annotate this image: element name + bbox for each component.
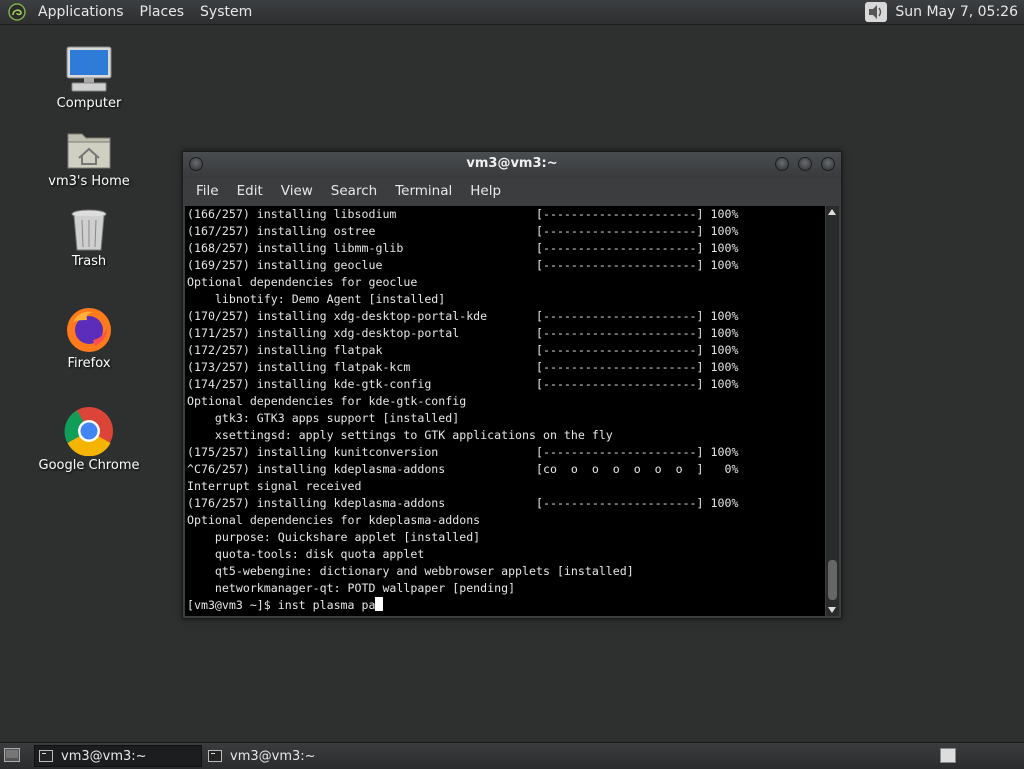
- terminal-line: (173/257) installing flatpak-kcm [------…: [187, 360, 739, 374]
- volume-icon[interactable]: [865, 2, 888, 22]
- minimize-button[interactable]: [775, 157, 789, 171]
- window-titlebar[interactable]: vm3@vm3:~: [183, 152, 841, 178]
- top-panel: Applications Places System Sun May 7, 05…: [0, 0, 1024, 25]
- bottom-panel: vm3@vm3:~ vm3@vm3:~: [0, 742, 1024, 769]
- window-title: vm3@vm3:~: [466, 156, 558, 171]
- scroll-up-arrow-icon[interactable]: [828, 209, 836, 215]
- taskbar-item-label: vm3@vm3:~: [61, 748, 147, 764]
- terminal-line: gtk3: GTK3 apps support [installed]: [187, 411, 460, 425]
- terminal-output[interactable]: (166/257) installing libsodium [--------…: [185, 206, 825, 616]
- terminal-window[interactable]: vm3@vm3:~ File Edit View Search Terminal…: [182, 151, 842, 619]
- menu-edit[interactable]: Edit: [228, 183, 272, 199]
- terminal-line: (171/257) installing xdg-desktop-portal …: [187, 326, 739, 340]
- desktop-icon-computer[interactable]: Computer: [29, 46, 149, 111]
- close-button[interactable]: [821, 157, 835, 171]
- scrollbar-thumb[interactable]: [828, 560, 837, 600]
- show-desktop-icon[interactable]: [4, 748, 20, 762]
- places-menu[interactable]: Places: [132, 0, 193, 24]
- menu-file[interactable]: File: [187, 183, 228, 199]
- terminal-cursor: [375, 597, 384, 611]
- desktop-icon-label: Google Chrome: [38, 458, 140, 473]
- trash-icon: [71, 209, 107, 251]
- terminal-line: quota-tools: disk quota applet: [187, 547, 425, 561]
- menu-search[interactable]: Search: [322, 183, 386, 199]
- terminal-line: (174/257) installing kde-gtk-config [---…: [187, 377, 739, 391]
- computer-icon: [66, 46, 112, 92]
- terminal-line: networkmanager-qt: POTD wallpaper [pendi…: [187, 581, 516, 595]
- terminal-text: (166/257) installing libsodium [--------…: [185, 206, 825, 614]
- terminal-line: purpose: Quickshare applet [installed]: [187, 530, 481, 544]
- terminal-line: libnotify: Demo Agent [installed]: [187, 292, 446, 306]
- terminal-line: Optional dependencies for geoclue: [187, 275, 418, 289]
- clock[interactable]: Sun May 7, 05:26: [895, 4, 1024, 20]
- terminal-line: (175/257) installing kunitconversion [--…: [187, 445, 739, 459]
- desktop-icon-chrome[interactable]: Google Chrome: [29, 406, 149, 473]
- terminal-icon: [39, 750, 53, 762]
- desktop-icon-trash[interactable]: Trash: [29, 208, 149, 269]
- desktop-icon-label: Trash: [71, 254, 107, 269]
- menu-terminal[interactable]: Terminal: [386, 183, 461, 199]
- distro-logo-icon[interactable]: [8, 3, 26, 21]
- terminal-prompt: [vm3@vm3 ~]$ inst plasma pa: [187, 598, 376, 612]
- taskbar-item-terminal-1[interactable]: vm3@vm3:~: [34, 745, 202, 767]
- scroll-down-arrow-icon[interactable]: [828, 607, 836, 613]
- panel-tray: Sun May 7, 05:26: [865, 2, 1024, 22]
- firefox-icon: [67, 308, 111, 352]
- desktop-icon-firefox[interactable]: Firefox: [29, 306, 149, 371]
- terminal-icon: [208, 750, 222, 762]
- terminal-line: (166/257) installing libsodium [--------…: [187, 207, 739, 221]
- menu-view[interactable]: View: [272, 183, 322, 199]
- terminal-line: xsettingsd: apply settings to GTK applic…: [187, 428, 613, 442]
- taskbar-item-terminal-2[interactable]: vm3@vm3:~: [204, 745, 372, 767]
- window-menu-icon[interactable]: [189, 157, 203, 171]
- terminal-line: Interrupt signal received: [187, 479, 362, 493]
- terminal-line: (167/257) installing ostree [-----------…: [187, 224, 739, 238]
- terminal-menubar: File Edit View Search Terminal Help: [183, 178, 841, 204]
- terminal-line: (176/257) installing kdeplasma-addons [-…: [187, 496, 739, 510]
- terminal-line: (172/257) installing flatpak [----------…: [187, 343, 739, 357]
- terminal-line: qt5-webengine: dictionary and webbrowser…: [187, 564, 634, 578]
- terminal-line: (169/257) installing geoclue [----------…: [187, 258, 739, 272]
- home-folder-icon: [67, 133, 111, 169]
- workspace-switcher[interactable]: [940, 748, 956, 763]
- terminal-line: (168/257) installing libmm-glib [-------…: [187, 241, 739, 255]
- menu-help[interactable]: Help: [461, 183, 510, 199]
- taskbar-item-label: vm3@vm3:~: [230, 748, 316, 764]
- terminal-line: Optional dependencies for kde-gtk-config: [187, 394, 467, 408]
- terminal-scrollbar[interactable]: [826, 206, 839, 616]
- maximize-button[interactable]: [798, 157, 812, 171]
- terminal-line: ^C76/257) installing kdeplasma-addons [c…: [187, 462, 739, 476]
- desktop-icon-label: vm3's Home: [48, 174, 130, 189]
- terminal-line: Optional dependencies for kdeplasma-addo…: [187, 513, 481, 527]
- system-menu[interactable]: System: [192, 0, 260, 24]
- desktop-icon-label: Firefox: [67, 356, 111, 371]
- chrome-icon: [64, 407, 113, 456]
- desktop-icon-label: Computer: [56, 96, 122, 111]
- terminal-line: (170/257) installing xdg-desktop-portal-…: [187, 309, 739, 323]
- desktop-icon-home[interactable]: vm3's Home: [29, 128, 149, 189]
- applications-menu[interactable]: Applications: [30, 0, 132, 24]
